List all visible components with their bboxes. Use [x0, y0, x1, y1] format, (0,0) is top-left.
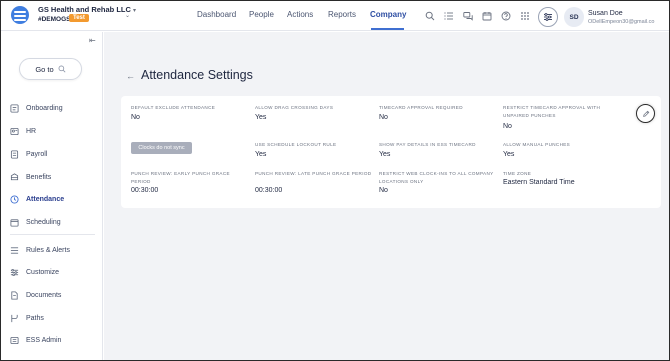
quick-actions-button[interactable]	[538, 7, 558, 27]
user-email: ODellEmpeon30@gmail.co	[588, 19, 655, 25]
hr-icon	[10, 127, 19, 136]
settings-card: Default Exclude Attendance No Clocks do …	[121, 96, 661, 208]
setting-label: Punch Review: Late Punch Grace Period	[255, 171, 372, 176]
sidebar-item-label: ESS Admin	[26, 336, 62, 344]
sidebar-divider	[10, 234, 95, 235]
sidebar-item-label: Benefits	[26, 173, 52, 181]
sidebar-item-paths[interactable]: Paths	[10, 311, 44, 325]
edit-button[interactable]	[636, 104, 655, 123]
setting-label: Default Exclude Attendance	[131, 105, 216, 110]
sidebar-item-label: Rules & Alerts	[26, 246, 70, 254]
sidebar-item-label: Attendance	[26, 195, 65, 203]
setting-label: Use Schedule Lockout Rule	[255, 142, 337, 147]
benefits-icon	[10, 172, 19, 182]
setting-value: No	[379, 114, 388, 121]
nav-people[interactable]: People	[249, 10, 274, 19]
ess-admin-icon	[10, 336, 19, 345]
goto-button[interactable]: Go to	[19, 58, 82, 80]
setting-label: Restrict Web Clock-Ins To All Company Lo…	[379, 171, 494, 184]
nav-company[interactable]: Company	[370, 10, 406, 19]
setting-value: Yes	[255, 114, 267, 121]
setting-label: Allow Manual Punches	[503, 142, 571, 147]
setting-value: Yes	[503, 151, 515, 158]
sidebar-item-payroll[interactable]: Payroll	[10, 147, 47, 161]
sidebar-item-documents[interactable]: Documents	[10, 288, 61, 302]
nav-dashboard[interactable]: Dashboard	[197, 10, 236, 19]
top-bar: GS Health and Rehab LLC ▾ #DEMOGS Test ⌄ …	[1, 1, 669, 31]
sidebar-item-label: HR	[26, 127, 37, 135]
company-code: #DEMOGS	[38, 16, 71, 23]
help-icon[interactable]	[500, 10, 511, 21]
sliders-icon	[544, 13, 552, 21]
sidebar-item-label: Onboarding	[26, 104, 63, 112]
document-icon	[10, 290, 19, 300]
company-name: GS Health and Rehab LLC	[38, 5, 131, 14]
setting-value: No	[131, 114, 140, 121]
sidebar-item-label: Customize	[26, 268, 60, 276]
calendar-icon	[10, 218, 19, 227]
nav-reports[interactable]: Reports	[328, 10, 356, 19]
pencil-icon	[642, 110, 649, 117]
setting-label: Restrict Timecard Approval With Unpaired…	[503, 105, 601, 118]
sidebar-item-label: Payroll	[26, 150, 48, 158]
sidebar-item-attendance[interactable]: Attendance	[10, 192, 64, 206]
search-icon[interactable]	[424, 10, 435, 21]
payroll-icon	[10, 149, 19, 159]
list-icon[interactable]	[443, 10, 454, 21]
caret-down-icon: ▾	[132, 8, 136, 14]
apps-grid-icon[interactable]	[519, 10, 530, 21]
app-frame: GS Health and Rehab LLC ▾ #DEMOGS Test ⌄ …	[0, 0, 670, 361]
chevron-down-icon[interactable]: ⌄	[125, 12, 130, 19]
sidebar-item-rules-alerts[interactable]: Rules & Alerts	[10, 243, 70, 257]
sidebar-item-customize[interactable]: Customize	[10, 265, 59, 279]
sidebar-item-ess-admin[interactable]: ESS Admin	[10, 333, 61, 347]
sidebar: ⇤ Go to Onboarding HR Payroll Benefits A…	[1, 32, 103, 360]
user-avatar[interactable]: SD	[564, 7, 584, 27]
setting-label: Timecard Approval Required	[379, 105, 463, 110]
sidebar-item-label: Paths	[26, 314, 44, 322]
nav-actions[interactable]: Actions	[287, 10, 313, 19]
page-title: Attendance Settings	[141, 68, 253, 82]
sidebar-item-scheduling[interactable]: Scheduling	[10, 215, 61, 229]
clock-icon	[10, 194, 19, 204]
setting-value: No	[379, 187, 388, 194]
env-badge: Test	[69, 14, 89, 22]
collapse-sidebar-icon[interactable]: ⇤	[89, 36, 96, 45]
rules-icon	[10, 246, 19, 255]
setting-label: Time Zone	[503, 171, 532, 176]
sidebar-item-benefits[interactable]: Benefits	[10, 170, 51, 184]
chat-icon[interactable]	[462, 10, 473, 21]
setting-value: 00:30:00	[255, 187, 283, 194]
calendar-icon[interactable]	[481, 10, 492, 21]
setting-value: Yes	[379, 151, 391, 158]
company-logo-icon[interactable]	[11, 6, 29, 24]
setting-value: Yes	[255, 151, 267, 158]
sidebar-item-hr[interactable]: HR	[10, 124, 36, 138]
user-name[interactable]: Susan Doe	[588, 10, 623, 17]
sidebar-item-label: Scheduling	[26, 218, 61, 226]
sidebar-item-onboarding[interactable]: Onboarding	[10, 101, 63, 115]
sidebar-item-label: Documents	[26, 291, 62, 299]
search-icon	[58, 65, 66, 73]
active-nav-indicator	[371, 28, 404, 30]
setting-label: Show Pay Details In ESS Timecard	[379, 142, 476, 147]
paths-icon	[10, 314, 19, 323]
setting-label: Punch Review: Early Punch Grace Period	[131, 171, 230, 184]
setting-value: No	[503, 123, 512, 130]
setting-label: Allow Drag Crossing Days	[255, 105, 334, 110]
sliders-icon	[10, 268, 19, 277]
main-content: ← Attendance Settings Default Exclude At…	[104, 32, 669, 360]
back-arrow-icon[interactable]: ←	[126, 71, 135, 81]
clocks-sync-button[interactable]: Clocks do not sync	[131, 142, 192, 154]
setting-value: Eastern Standard Time	[503, 179, 575, 186]
company-selector[interactable]: GS Health and Rehab LLC ▾	[38, 5, 136, 14]
goto-label: Go to	[35, 64, 54, 74]
onboarding-icon	[10, 103, 19, 113]
setting-value: 00:30:00	[131, 187, 159, 194]
